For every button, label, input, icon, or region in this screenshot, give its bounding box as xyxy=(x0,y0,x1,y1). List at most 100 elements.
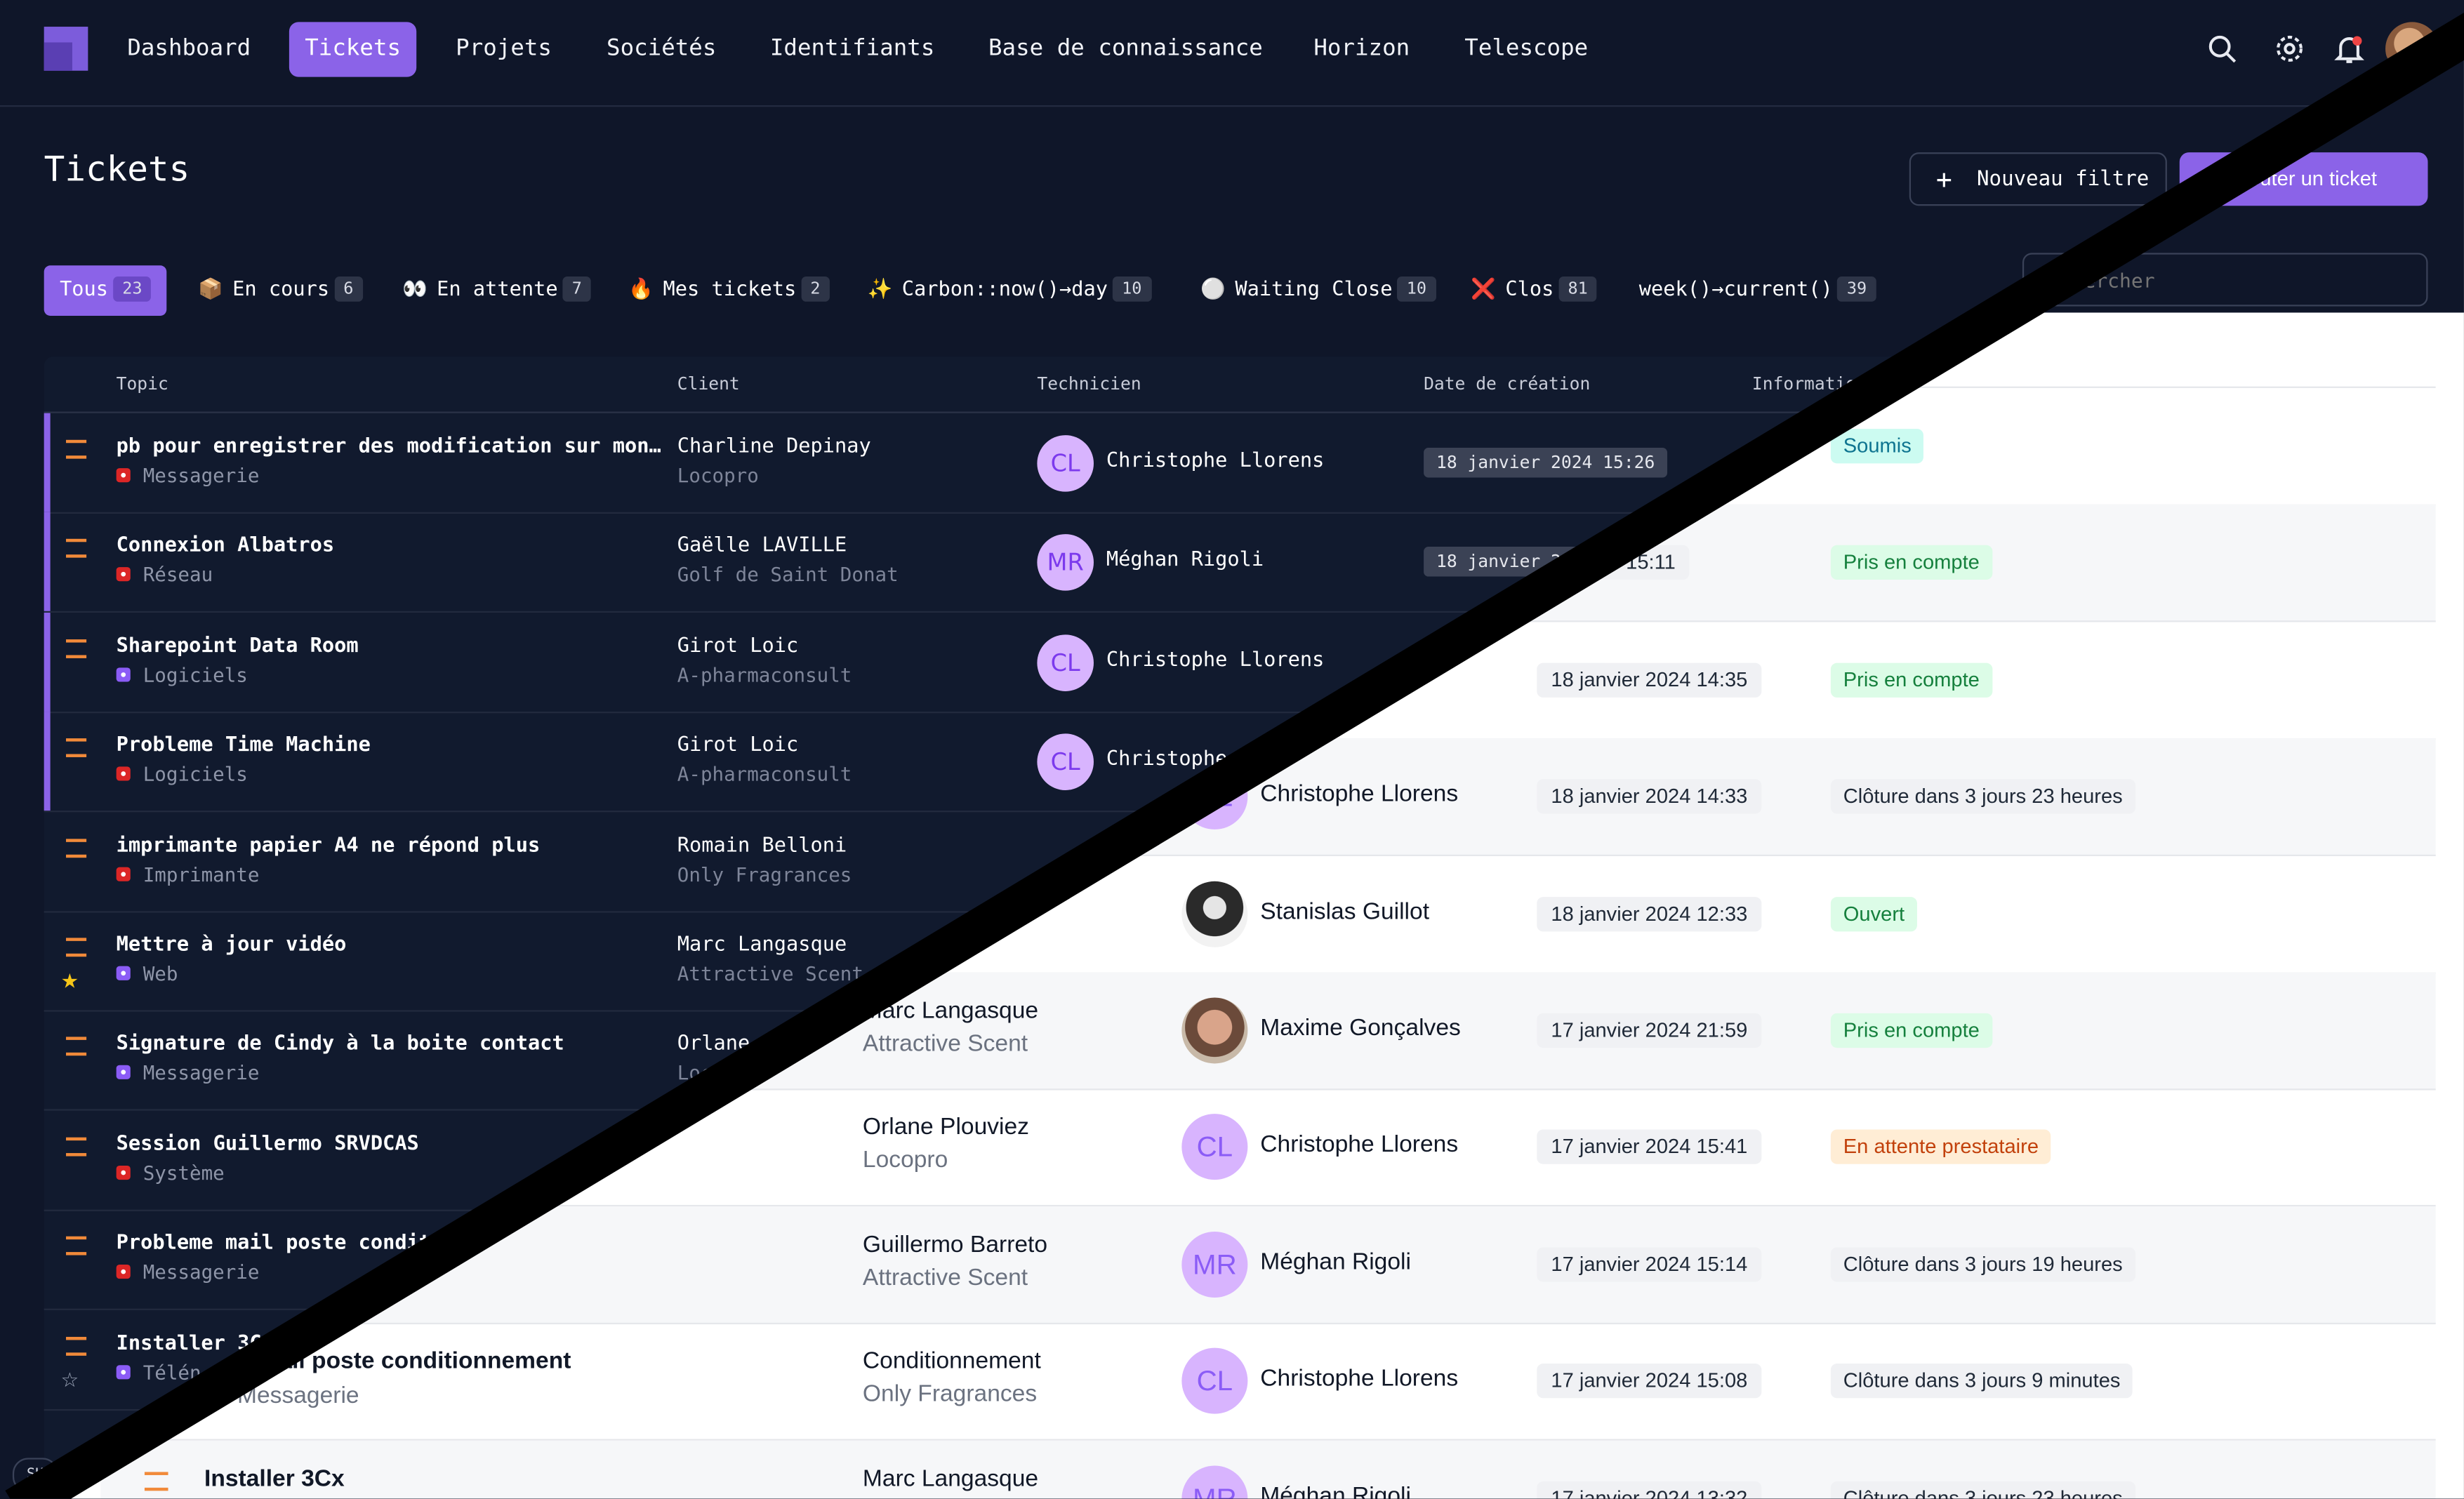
drag-handle-icon[interactable] xyxy=(66,1137,87,1157)
filter-tab[interactable]: 📦 En cours 6 xyxy=(183,265,379,316)
column-technicien[interactable]: Technicien xyxy=(1037,374,1141,394)
ticket-topic[interactable]: Connexion Albatros xyxy=(117,535,334,559)
drag-handle-icon[interactable] xyxy=(144,1471,168,1491)
filter-label: Mes tickets xyxy=(663,278,797,302)
category-label: Messagerie xyxy=(143,465,260,487)
status-badge: Pris en compte xyxy=(1830,1013,1992,1048)
status-badge: Ouvert xyxy=(1830,896,1918,931)
category-label: Messagerie xyxy=(143,1062,260,1085)
category-color-icon xyxy=(116,567,131,582)
category-color-icon xyxy=(116,1165,131,1180)
search-input-light[interactable] xyxy=(2022,253,2428,307)
status-badge: Clôture dans 3 jours 23 heures xyxy=(1830,779,2135,814)
category-color-icon xyxy=(116,468,131,483)
client-name: Charline Depinay xyxy=(677,435,871,459)
table-row[interactable]: eme mail poste conditionnement Messagerie… xyxy=(100,1323,2436,1441)
filter-emoji-icon: 👀 xyxy=(402,278,428,302)
ticket-category: Logiciels xyxy=(116,664,248,686)
drag-handle-icon[interactable] xyxy=(66,439,87,459)
drag-handle-icon[interactable] xyxy=(66,539,87,559)
filter-count-badge: 7 xyxy=(562,276,592,302)
ticket-topic[interactable]: Signature de Cindy à la boite contact xyxy=(117,1033,564,1057)
client-company: A-pharmaconsult xyxy=(677,664,852,686)
technician-avatar: MR xyxy=(1181,1465,1248,1499)
filter-tab[interactable]: Tous 23 xyxy=(44,265,168,316)
filter-emoji-icon: 🔥 xyxy=(628,278,654,302)
ticket-topic[interactable]: Installer 3C xyxy=(117,1331,262,1355)
column-informations[interactable]: Informations xyxy=(1752,374,1877,394)
status-badge: Clôture dans 3 jours 9 minutes xyxy=(1830,1364,2133,1399)
drag-handle-icon[interactable] xyxy=(66,838,87,858)
status-badge: Clôture dans 3 jours 23 heures xyxy=(1830,1480,2135,1499)
support-badge[interactable]: SU xyxy=(12,1458,58,1493)
ticket-topic[interactable]: imprimante papier A4 ne répond plus xyxy=(117,834,541,858)
creation-date: 18 janvier 2024 12:33 xyxy=(1537,896,1762,931)
technician-name: Stanislas Guillot xyxy=(1260,898,1430,925)
new-filter-button[interactable]: + Nouveau filtre xyxy=(1909,152,2167,206)
category-color-icon xyxy=(116,866,131,881)
nav-dashboard[interactable]: Dashboard xyxy=(112,22,267,76)
status-badge: Pris en compte xyxy=(1830,545,1992,580)
gear-icon[interactable] xyxy=(2272,32,2307,66)
ticket-topic[interactable]: pb pour enregistrer des modification sur… xyxy=(117,435,661,459)
search-icon[interactable] xyxy=(2205,32,2239,66)
star-icon[interactable]: ☆ xyxy=(61,1364,78,1392)
client-company: Attractive Scent xyxy=(862,1264,1028,1291)
filter-tab[interactable]: 🔥 Mes tickets 2 xyxy=(613,265,845,316)
nav-societes[interactable]: Sociétés xyxy=(591,22,732,76)
drag-handle-icon[interactable] xyxy=(66,738,87,758)
filter-tab[interactable]: 👀 En attente 7 xyxy=(387,265,607,316)
ticket-topic[interactable]: Session Guillermo SRVDCAS xyxy=(117,1133,419,1157)
column-date-creation[interactable]: Date de création xyxy=(1424,374,1590,394)
filter-label: week()→current() xyxy=(1638,278,1833,302)
filter-count-badge: 23 xyxy=(112,276,152,302)
client-name: Orlane Plouviez xyxy=(862,1114,1029,1142)
client-name: Marc Langasque xyxy=(862,1465,1039,1492)
client-company: Attractive Scent xyxy=(862,1030,1028,1058)
filter-label: Waiting Close xyxy=(1235,278,1393,302)
nav-identifiants[interactable]: Identifiants xyxy=(754,22,950,76)
creation-date: 17 janvier 2024 15:08 xyxy=(1537,1364,1762,1399)
filter-tab[interactable]: ⚪ Waiting Close 10 xyxy=(1185,265,1452,316)
technician-name: Méghan Rigoli xyxy=(1260,1248,1411,1276)
ticket-topic[interactable]: Probleme mail poste conditi xyxy=(117,1232,444,1255)
drag-handle-icon[interactable] xyxy=(66,1336,87,1355)
client-name: Girot Loic xyxy=(677,634,799,658)
nav-projets[interactable]: Projets xyxy=(440,22,568,76)
ticket-topic[interactable]: Installer 3Cx xyxy=(204,1465,345,1492)
client-company: Locopro xyxy=(862,1147,948,1175)
filter-tab[interactable]: week()→current() 39 xyxy=(1623,265,1892,316)
nav-horizon[interactable]: Horizon xyxy=(1298,22,1426,76)
drag-handle-icon[interactable] xyxy=(66,1037,87,1057)
star-icon[interactable]: ★ xyxy=(61,966,78,994)
nav-base-connaissance[interactable]: Base de connaissance xyxy=(973,22,1279,76)
page-title: Tickets xyxy=(44,150,190,190)
ticket-topic[interactable]: Probleme Time Machine xyxy=(117,734,371,758)
column-client[interactable]: Client xyxy=(677,374,740,394)
category-color-icon xyxy=(116,966,131,980)
ticket-topic[interactable]: Sharepoint Data Room xyxy=(117,634,359,658)
app-logo[interactable] xyxy=(44,27,88,71)
drag-handle-icon[interactable] xyxy=(66,1237,87,1255)
ticket-topic[interactable]: Mettre à jour vidéo xyxy=(117,933,347,957)
ticket-category: Système xyxy=(116,1162,225,1184)
client-name: Romain Belloni xyxy=(677,833,847,858)
filter-tab[interactable]: ✨ Carbon::now()→day 10 xyxy=(852,265,1167,316)
client-name: Gaëlle LAVILLE xyxy=(677,534,847,559)
nav-tickets[interactable]: Tickets xyxy=(289,22,417,77)
client-company: Golf de Saint Donat xyxy=(677,564,899,587)
bell-icon[interactable] xyxy=(2332,32,2366,66)
drag-handle-icon[interactable] xyxy=(66,639,87,658)
column-topic[interactable]: Topic xyxy=(117,374,168,394)
filter-count-badge: 2 xyxy=(800,276,830,302)
filter-tab[interactable]: ❌ Clos 81 xyxy=(1455,265,1613,316)
client-company: Locopro xyxy=(677,465,759,487)
table-row[interactable]: Installer 3Cx Marc Langasque MR Méghan Rigo… xyxy=(100,1439,2436,1499)
client-company: Only Fragrances xyxy=(862,1381,1038,1408)
drag-handle-icon[interactable] xyxy=(66,938,87,957)
filter-emoji-icon: ✨ xyxy=(867,278,893,302)
ticket-category: Logiciels xyxy=(116,764,248,786)
nav-telescope[interactable]: Telescope xyxy=(1449,22,1604,76)
client-name: Guillermo Barreto xyxy=(862,1231,1048,1258)
technician-avatar: CL xyxy=(1181,1348,1248,1415)
